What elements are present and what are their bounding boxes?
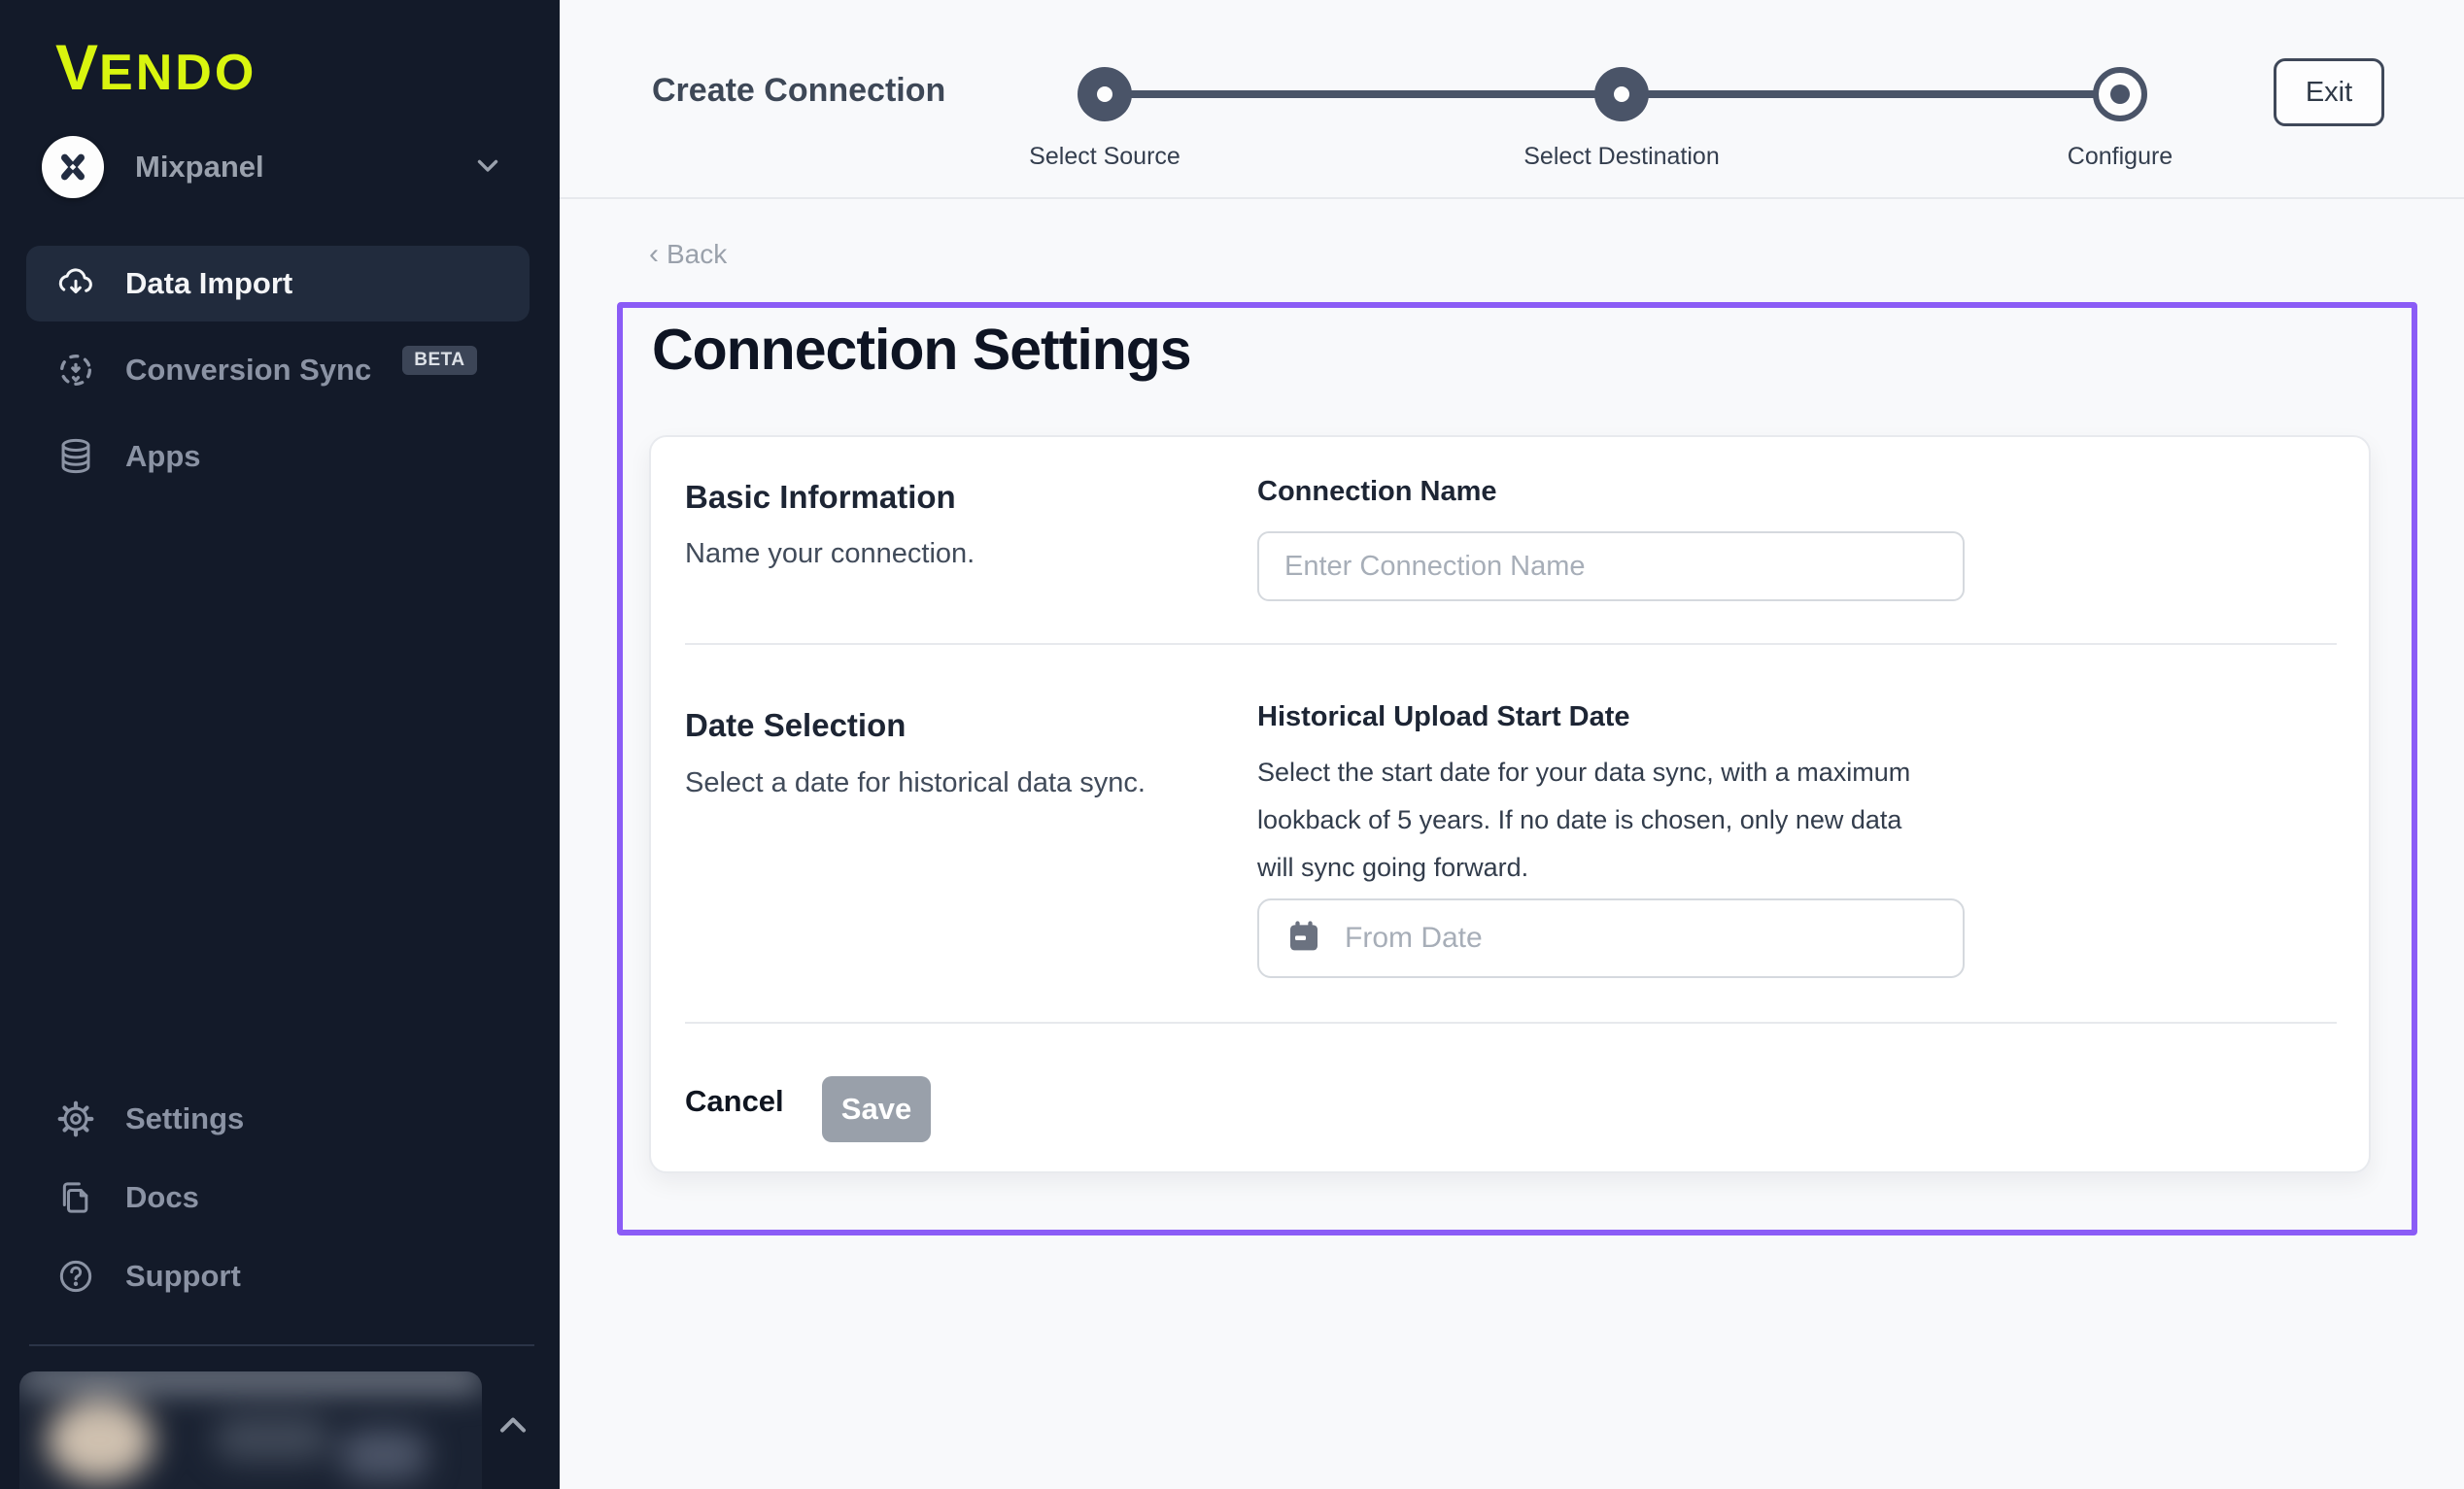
save-button[interactable]: Save — [822, 1076, 931, 1142]
basic-info-description: Name your connection. — [685, 538, 975, 570]
connection-settings-card: Basic Information Name your connection. … — [649, 435, 2371, 1173]
step-label: Select Destination — [1523, 143, 1720, 171]
sidebar-item-apps[interactable]: Apps — [26, 419, 530, 494]
date-selection-description: Select a date for historical data sync. — [685, 767, 1146, 799]
sidebar: VENDO Mixpanel Data Import — [0, 0, 560, 1489]
sidebar-item-settings[interactable]: Settings — [26, 1081, 530, 1157]
step-dot-select-source[interactable] — [1078, 67, 1132, 121]
date-selection-title: Date Selection — [685, 707, 906, 744]
beta-badge: BETA — [402, 346, 476, 375]
sidebar-item-support[interactable]: Support — [26, 1238, 530, 1314]
sidebar-item-conversion-sync[interactable]: Conversion Sync BETA — [26, 332, 530, 408]
from-date-input[interactable] — [1345, 922, 1937, 955]
database-icon — [55, 436, 96, 477]
vendo-logo: VENDO — [55, 35, 257, 99]
avatar — [47, 1399, 154, 1482]
step-label: Select Source — [1029, 143, 1181, 171]
start-date-help: Select the start date for your data sync… — [1257, 749, 1937, 892]
sidebar-item-label: Settings — [125, 1101, 244, 1136]
back-label: Back — [667, 239, 727, 270]
workspace-selector[interactable]: Mixpanel — [42, 134, 518, 200]
workspace-name: Mixpanel — [135, 150, 440, 185]
sidebar-item-label: Apps — [125, 439, 201, 474]
start-date-label: Historical Upload Start Date — [1257, 701, 1630, 733]
step-label: Configure — [2068, 143, 2173, 171]
sidebar-item-docs[interactable]: Docs — [26, 1160, 530, 1235]
stepper-connector — [1635, 90, 2106, 98]
cloud-download-icon — [55, 263, 96, 304]
sidebar-footer-nav: Settings Docs Support — [26, 1081, 530, 1314]
gear-icon — [55, 1099, 96, 1139]
sidebar-item-label: Docs — [125, 1180, 199, 1215]
chevron-left-icon: ‹ — [649, 240, 659, 269]
mixpanel-logo-icon — [42, 136, 104, 198]
sidebar-nav: Data Import Conversion Sync BETA — [26, 246, 530, 494]
sidebar-item-label: Conversion Sync — [125, 353, 371, 388]
calendar-icon — [1284, 917, 1323, 961]
basic-info-title: Basic Information — [685, 479, 956, 516]
section-divider — [685, 643, 2337, 645]
from-date-field[interactable] — [1257, 898, 1965, 978]
user-profile-blur — [19, 1371, 482, 1489]
sync-icon — [55, 350, 96, 390]
user-profile-blurred[interactable] — [19, 1371, 482, 1489]
docs-icon — [55, 1177, 96, 1218]
step-dot-select-destination[interactable] — [1594, 67, 1649, 121]
main-content: Create Connection Select Source Select D… — [560, 0, 2464, 1489]
sidebar-item-data-import[interactable]: Data Import — [26, 246, 530, 321]
back-link[interactable]: ‹ Back — [649, 239, 727, 270]
wizard-header: Create Connection Select Source Select D… — [560, 0, 2464, 199]
page-title: Connection Settings — [652, 317, 1191, 383]
exit-button[interactable]: Exit — [2274, 58, 2384, 126]
stepper-connector — [1118, 90, 1608, 98]
section-divider — [685, 1022, 2337, 1024]
connection-name-label: Connection Name — [1257, 476, 1497, 508]
connection-name-input[interactable] — [1257, 531, 1965, 601]
wizard-title: Create Connection — [652, 72, 945, 110]
sidebar-item-label: Data Import — [125, 266, 292, 301]
help-icon — [55, 1256, 96, 1297]
chevron-up-icon[interactable] — [492, 1404, 534, 1452]
step-dot-configure[interactable] — [2093, 67, 2147, 121]
sidebar-divider — [29, 1344, 534, 1346]
chevron-down-icon — [471, 149, 504, 186]
sidebar-item-label: Support — [125, 1259, 241, 1294]
cancel-button[interactable]: Cancel — [685, 1084, 784, 1119]
